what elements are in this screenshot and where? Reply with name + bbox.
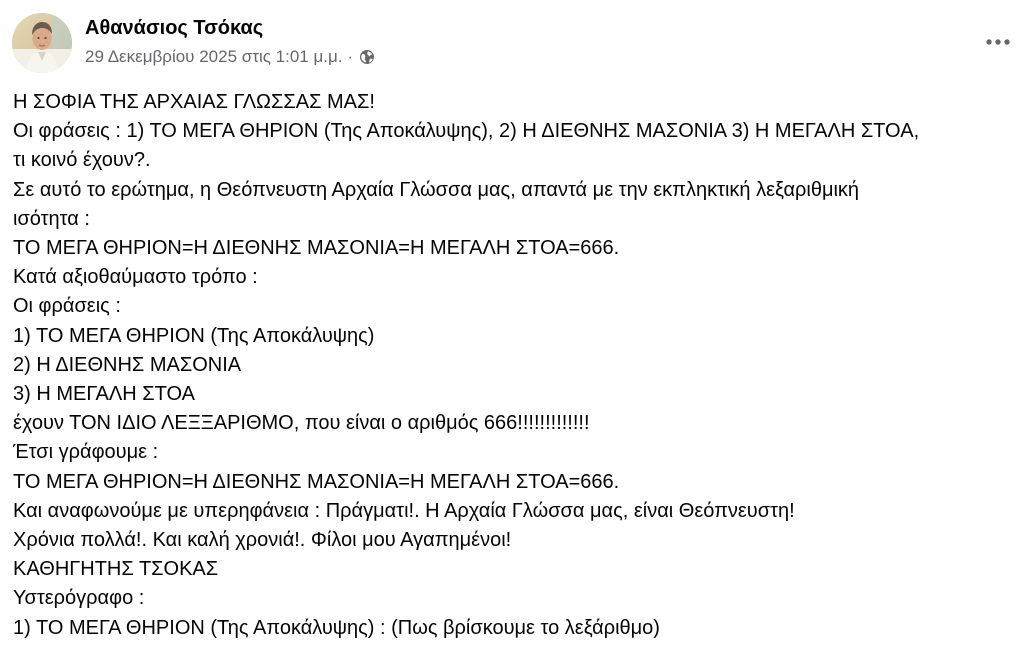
post-text-line: Σε αυτό το ερώτημα, η Θεόπνευστη Αρχαία … <box>13 178 860 201</box>
post-text-line: 3) Η ΜΕΓΑΛΗ ΣΤΟΑ <box>13 383 195 406</box>
meta-separator: · <box>347 47 354 66</box>
post-text-line: έχουν ΤΟΝ ΙΔΙΟ ΛΕΞΞΑΡΙΘΜΟ, που είναι ο α… <box>13 412 590 435</box>
post-text-line: Η ΣΟΦΙΑ ΤΗΣ ΑΡΧΑΙΑΣ ΓΛΩΣΣΑΣ ΜΑΣ! <box>13 91 375 113</box>
post-header: Αθανάσιος Τσόκας 29 Δεκεμβρίου 2025 στις… <box>12 12 1016 76</box>
post-text-line: Και αναφωνούμε με υπερηφάνεια : Πράγματι… <box>13 499 795 522</box>
more-options-button[interactable] <box>980 30 1016 54</box>
post-text-line: ΤΟ ΜΕΓΑ ΘΗΡΙΟΝ=Η ΔΙΕΘΝΗΣ ΜΑΣΟΝΙΑ=Η ΜΕΓΑΛ… <box>13 237 620 260</box>
post-text-line: Οι φράσεις : <box>13 295 121 318</box>
post-text-line: Οι φράσεις : 1) ΤΟ ΜΕΓΑ ΘΗΡΙΟΝ (Της Αποκ… <box>13 120 920 143</box>
avatar-photo <box>12 13 72 73</box>
post-text-line: Κατά αξιοθαύμαστο τρόπο : <box>13 266 258 289</box>
post-text-line: ΚΑΘΗΓΗΤΗΣ ΤΣΟΚΑΣ <box>13 558 219 581</box>
post-text-line: Έτσι γράφουμε : <box>13 441 159 464</box>
author-name[interactable]: Αθανάσιος Τσόκας <box>85 15 263 41</box>
author-avatar[interactable] <box>12 13 72 73</box>
facebook-post: Αθανάσιος Τσόκας 29 Δεκεμβρίου 2025 στις… <box>0 0 1028 671</box>
post-text-line: Υστερόγραφο : <box>13 587 145 610</box>
post-meta: 29 Δεκεμβρίου 2025 στις 1:01 μ.μ. · <box>85 46 375 68</box>
more-options-icon <box>986 39 1010 45</box>
post-text-line: ισότητα : <box>13 207 90 230</box>
post-text: Η ΣΟΦΙΑ ΤΗΣ ΑΡΧΑΙΑΣ ΓΛΩΣΣΑΣ ΜΑΣ! Οι φράσε… <box>13 88 1017 643</box>
post-text-line: 1) ΤΟ ΜΕΓΑ ΘΗΡΙΟΝ (Της Αποκάλυψης) <box>13 324 375 347</box>
post-text-line: ΤΟ ΜΕΓΑ ΘΗΡΙΟΝ=Η ΔΙΕΘΝΗΣ ΜΑΣΟΝΙΑ=Η ΜΕΓΑΛ… <box>13 470 620 493</box>
post-text-line: 1) ΤΟ ΜΕΓΑ ΘΗΡΙΟΝ (Της Αποκάλυψης) : (Πω… <box>13 616 660 639</box>
post-text-line: Χρόνια πολλά!. Και καλή χρονιά!. Φίλοι μ… <box>13 529 512 552</box>
post-timestamp[interactable]: 29 Δεκεμβρίου 2025 στις 1:01 μ.μ. <box>85 47 343 67</box>
globe-icon[interactable] <box>359 49 375 65</box>
post-text-line: 2) Η ΔΙΕΘΝΗΣ ΜΑΣΟΝΙΑ <box>13 353 242 376</box>
post-text-line: τι κοινό έχουν?. <box>13 149 151 172</box>
